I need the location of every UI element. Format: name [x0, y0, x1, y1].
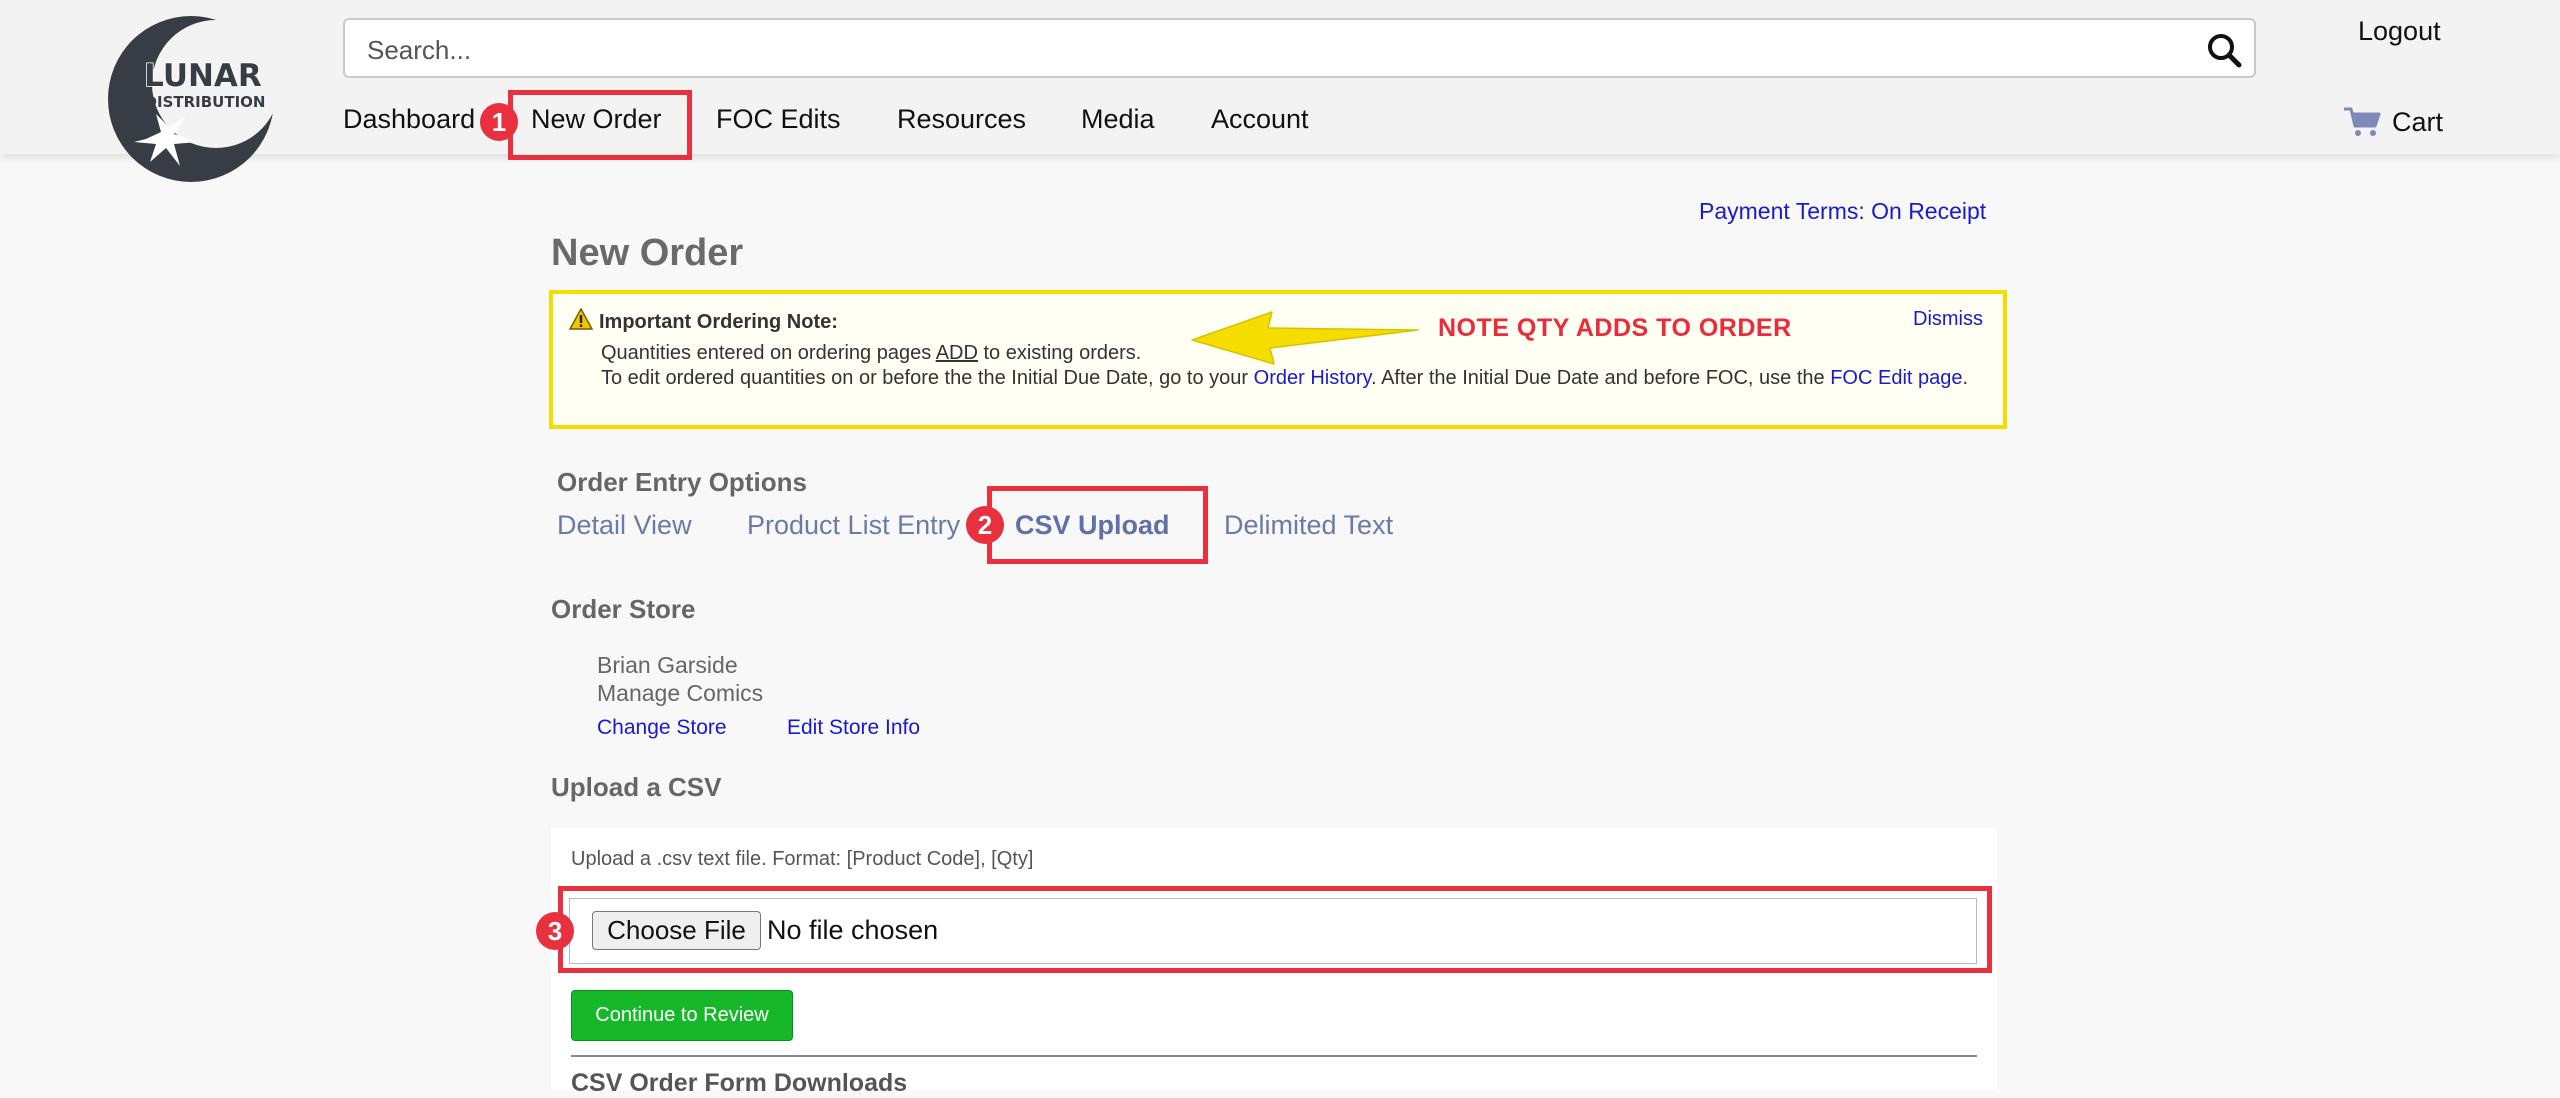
annotation-arrow-icon [1191, 311, 1419, 365]
highlight-new-order [508, 90, 692, 160]
note-add-emphasis: ADD [935, 342, 978, 364]
dismiss-link[interactable]: Dismiss [1913, 308, 1983, 331]
cart-icon [2344, 107, 2381, 136]
logout-link[interactable]: Logout [2358, 16, 2441, 47]
step-badge-3: 3 [536, 912, 574, 950]
store-owner-name: Brian Garside [597, 652, 738, 678]
option-delimited-text[interactable]: Delimited Text [1224, 510, 1393, 541]
step-badge-1: 1 [480, 103, 518, 141]
order-history-link[interactable]: Order History [1254, 367, 1371, 389]
note-text: to existing orders. [977, 342, 1142, 364]
note-text: Quantities entered on ordering pages [601, 342, 936, 364]
order-store-title: Order Store [551, 594, 696, 624]
note-line-2: To edit ordered quantities on or before … [601, 366, 1991, 390]
change-store-link[interactable]: Change Store [597, 716, 727, 740]
note-text: To edit ordered quantities on or before … [601, 367, 1254, 389]
nav-account[interactable]: Account [1211, 104, 1309, 135]
nav-resources[interactable]: Resources [897, 104, 1026, 135]
search-bar [343, 18, 2256, 78]
option-product-list-entry[interactable]: Product List Entry [747, 510, 960, 541]
nav-dashboard[interactable]: Dashboard [343, 104, 475, 135]
upload-csv-title: Upload a CSV [551, 772, 722, 802]
note-text: . After the Initial Due Date and before … [1371, 367, 1831, 389]
highlight-csv-upload [987, 486, 1208, 564]
option-detail-view[interactable]: Detail View [557, 510, 692, 541]
nav-media[interactable]: Media [1081, 104, 1155, 135]
highlight-file-input [558, 886, 1992, 973]
page-title: New Order [551, 232, 744, 274]
logo-text-bottom: DISTRIBUTION [145, 93, 266, 111]
note-callout: NOTE QTY ADDS TO ORDER [1438, 314, 1792, 342]
step-badge-2: 2 [966, 506, 1004, 544]
search-input[interactable] [365, 32, 2169, 68]
csv-downloads-title: CSV Order Form Downloads [571, 1069, 908, 1097]
order-entry-options-title: Order Entry Options [557, 467, 807, 497]
nav-foc-edits[interactable]: FOC Edits [716, 104, 841, 135]
logo-text-top: LUNAR [144, 58, 262, 94]
payment-terms: Payment Terms: On Receipt [1699, 198, 1987, 224]
search-icon[interactable] [2206, 32, 2242, 68]
note-heading-row: Important Ordering Note: [569, 308, 838, 334]
continue-to-review-button[interactable]: Continue to Review [571, 990, 793, 1041]
edit-store-info-link[interactable]: Edit Store Info [787, 716, 920, 740]
warning-icon [569, 308, 593, 330]
store-name: Manage Comics [597, 680, 764, 706]
note-heading: Important Ordering Note: [599, 311, 838, 333]
upload-hint: Upload a .csv text file. Format: [Produc… [571, 848, 1034, 870]
note-text: . [1962, 367, 1969, 389]
cart-link[interactable]: Cart [2342, 104, 2443, 140]
cart-label: Cart [2392, 106, 2444, 137]
foc-edit-page-link[interactable]: FOC Edit page [1830, 367, 1962, 389]
note-line-1: Quantities entered on ordering pages ADD… [601, 342, 1141, 365]
lunar-distribution-logo[interactable]: LUNAR DISTRIBUTION [106, 14, 276, 184]
section-divider [571, 1055, 1977, 1057]
